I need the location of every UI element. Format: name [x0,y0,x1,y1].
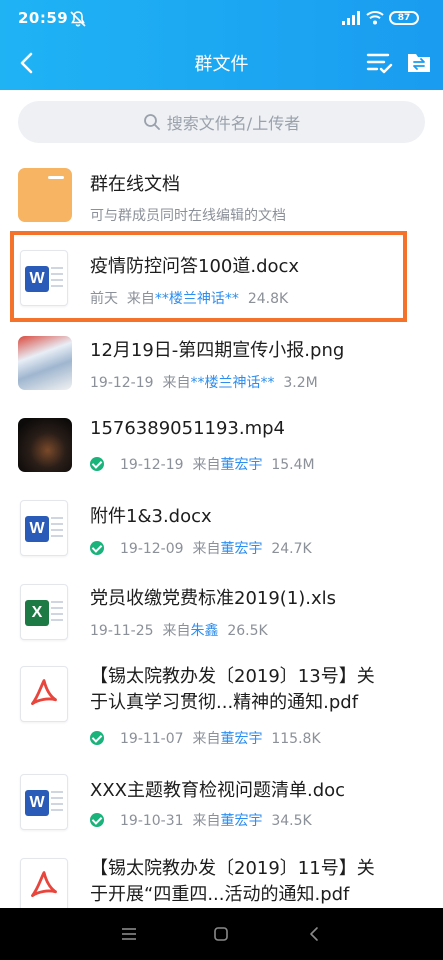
nav-bar: 群文件 [0,38,443,90]
list-item-file[interactable]: W XXX主题教育检视问题清单.doc 19-10-31 来自董宏宇 34.5K [0,768,443,848]
status-bar: 20:59 87 [0,0,443,38]
home-icon[interactable] [212,925,230,943]
status-time: 20:59 [18,9,69,27]
search-placeholder: 搜索文件名/上传者 [166,114,301,133]
synced-check-icon [90,457,104,471]
list-item-file[interactable]: 1576389051193.mp4 19-12-19 来自董宏宇 15.4M [0,410,443,488]
file-meta: 19-11-25 来自朱鑫 26.5K [90,623,268,639]
folder-icon [18,168,72,222]
list-item-file[interactable]: 12月19日-第四期宣传小报.png 19-12-19 来自**楼兰神话** 3… [0,328,443,406]
excel-doc-icon: X [20,584,68,640]
header: 20:59 87 群文件 [0,0,443,90]
list-item-file[interactable]: 【锡太院教办发〔2019〕11号】关 于开展“四重四...活动的通知.pdf [0,854,443,908]
file-name: XXX主题教育检视问题清单.doc [90,780,346,801]
word-doc-icon: W [20,500,68,556]
file-name: 党员收缴党费标准2019(1).xls [90,588,337,609]
word-doc-icon: W [20,774,68,830]
back-icon[interactable] [306,925,324,943]
file-name: 群在线文档 [90,174,180,195]
battery-indicator: 87 [389,11,419,25]
file-name: 1576389051193.mp4 [90,418,286,439]
wifi-icon [366,11,384,25]
file-name-line2: 于开展“四重四...活动的通知.pdf [90,884,350,905]
list-item-file[interactable]: 【锡太院教办发〔2019〕13号】关 于认真学习贯彻...精神的通知.pdf 1… [0,660,443,764]
list-item-file[interactable]: W 附件1&3.docx 19-12-09 来自董宏宇 24.7K [0,492,443,570]
file-name: 12月19日-第四期宣传小报.png [90,340,345,361]
file-meta: 19-12-09 来自董宏宇 24.7K [90,538,312,558]
mute-bell-icon [70,11,86,27]
pdf-doc-icon [20,666,68,722]
synced-check-icon [90,541,104,555]
list-item-file[interactable]: X 党员收缴党费标准2019(1).xls 19-11-25 来自朱鑫 26.5… [0,576,443,654]
synced-check-icon [90,731,104,745]
search-input[interactable]: 搜索文件名/上传者 [18,101,425,143]
folder-transfer-icon[interactable] [405,48,433,76]
image-thumbnail [18,336,72,390]
search-icon [143,114,160,130]
system-nav-bar [0,908,443,960]
file-meta: 19-12-19 来自**楼兰神话** 3.2M [90,375,318,391]
file-name-line2: 于认真学习贯彻...精神的通知.pdf [90,692,359,713]
file-meta: 19-12-19 来自董宏宇 15.4M [90,454,315,474]
pdf-doc-icon [20,858,68,908]
highlight-box [10,231,407,322]
file-desc: 可与群成员同时在线编辑的文档 [90,208,286,224]
synced-check-icon [90,813,104,827]
list-item-online-docs[interactable]: 群在线文档 可与群成员同时在线编辑的文档 [0,160,443,234]
file-name: 附件1&3.docx [90,506,212,527]
sort-list-icon[interactable] [364,47,394,77]
video-thumbnail [18,418,72,472]
file-meta: 19-11-07 来自董宏宇 115.8K [90,728,321,748]
menu-icon[interactable] [120,925,138,943]
signal-icon [342,11,360,25]
file-meta: 19-10-31 来自董宏宇 34.5K [90,810,312,830]
